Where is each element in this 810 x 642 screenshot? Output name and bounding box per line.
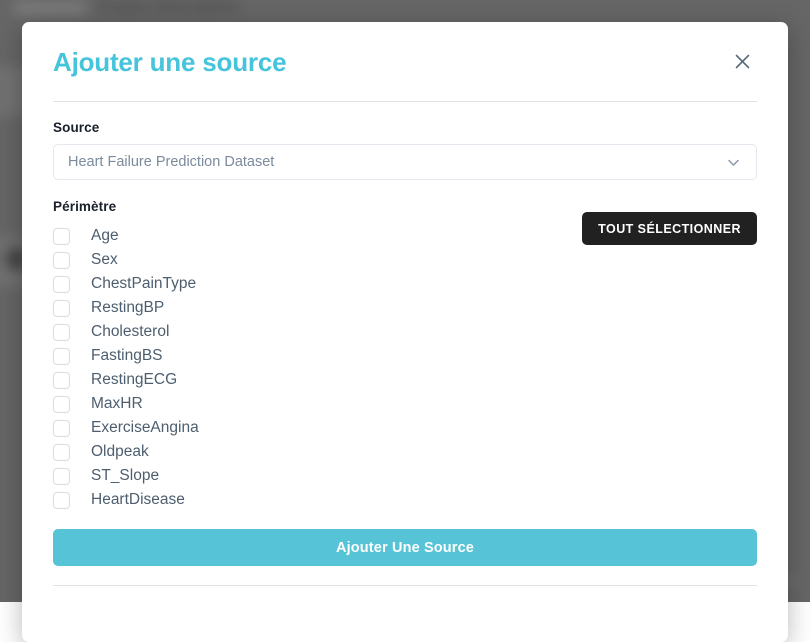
scope-checkbox-label: Age [91, 228, 119, 244]
checkbox-icon[interactable] [53, 276, 70, 293]
checkbox-icon[interactable] [53, 348, 70, 365]
source-select[interactable]: Heart Failure Prediction Dataset [53, 144, 757, 180]
scope-checkbox-row[interactable]: MaxHR [53, 392, 757, 416]
scope-checkbox-row[interactable]: RestingBP [53, 296, 757, 320]
background-tab-pill [14, 2, 86, 15]
checkbox-icon[interactable] [53, 372, 70, 389]
scope-checkbox-row[interactable]: RestingECG [53, 368, 757, 392]
checkbox-icon[interactable] [53, 468, 70, 485]
dialog-body: Source Heart Failure Prediction Dataset … [22, 102, 788, 566]
source-field-label: Source [53, 120, 757, 135]
scope-checkbox-row[interactable]: Sex [53, 248, 757, 272]
scope-checkbox-label: ExerciseAngina [91, 420, 199, 436]
scope-checkbox-label: ST_Slope [91, 468, 159, 484]
dialog-header: Ajouter une source [22, 22, 788, 101]
dialog-title: Ajouter une source [53, 49, 286, 75]
scope-checkbox-list: Age Sex ChestPainType RestingBP Cholesterol F… [53, 224, 757, 512]
scope-checkbox-label: HeartDisease [91, 492, 185, 508]
background-tab-label: Project description [98, 0, 240, 15]
checkbox-icon[interactable] [53, 396, 70, 413]
scope-checkbox-label: Sex [91, 252, 118, 268]
scope-checkbox-label: Oldpeak [91, 444, 149, 460]
checkbox-icon[interactable] [53, 444, 70, 461]
scope-checkbox-row[interactable]: ExerciseAngina [53, 416, 757, 440]
checkbox-icon[interactable] [53, 420, 70, 437]
scope-checkbox-row[interactable]: FastingBS [53, 344, 757, 368]
checkbox-icon[interactable] [53, 324, 70, 341]
close-icon[interactable] [727, 47, 757, 77]
scope-checkbox-label: RestingECG [91, 372, 177, 388]
checkbox-icon[interactable] [53, 300, 70, 317]
scope-checkbox-label: Cholesterol [91, 324, 169, 340]
chevron-down-icon [725, 154, 742, 171]
scope-checkbox-row[interactable]: Cholesterol [53, 320, 757, 344]
scope-checkbox-row[interactable]: ChestPainType [53, 272, 757, 296]
scope-checkbox-row[interactable]: Oldpeak [53, 440, 757, 464]
add-source-dialog: Ajouter une source Source Heart Failure … [22, 22, 788, 642]
scope-checkbox-label: RestingBP [91, 300, 164, 316]
checkbox-icon[interactable] [53, 252, 70, 269]
scope-section: Périmètre TOUT SÉLECTIONNER AgeSexChestP… [53, 199, 757, 512]
checkbox-icon[interactable] [53, 492, 70, 509]
source-select-value: Heart Failure Prediction Dataset [68, 154, 725, 170]
scope-checkbox-label: MaxHR [91, 396, 143, 412]
footer-divider [53, 585, 757, 586]
add-source-button[interactable]: Ajouter Une Source [53, 529, 757, 566]
scope-checkbox-row[interactable]: ST_Slope [53, 464, 757, 488]
checkbox-icon[interactable] [53, 228, 70, 245]
scope-checkbox-row[interactable]: HeartDisease [53, 488, 757, 512]
select-all-button[interactable]: TOUT SÉLECTIONNER [582, 212, 757, 245]
scope-checkbox-label: FastingBS [91, 348, 163, 364]
scope-checkbox-label: ChestPainType [91, 276, 196, 292]
